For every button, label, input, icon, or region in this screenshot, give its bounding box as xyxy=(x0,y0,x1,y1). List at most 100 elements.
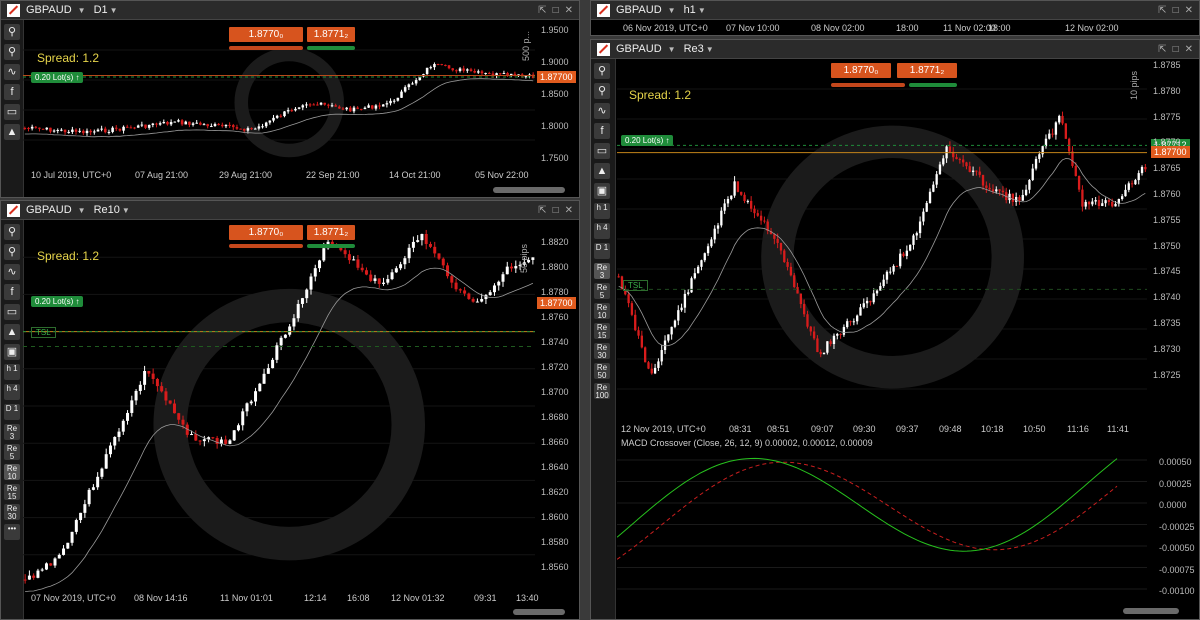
detach-icon[interactable]: ⇱ xyxy=(1158,5,1166,16)
timeframe-button-re10[interactable]: Re 10 xyxy=(4,464,20,481)
timeframe-button-re30[interactable]: Re 30 xyxy=(4,504,20,521)
maximize-icon[interactable]: □ xyxy=(1173,44,1179,55)
trailing-stop-label[interactable]: TSL xyxy=(623,280,648,291)
position-lot-badge[interactable]: 0.20 Lot(s) ↑ xyxy=(621,135,674,146)
zoom-in-icon[interactable]: ⚲ xyxy=(594,63,610,79)
timeframe-button-re15[interactable]: Re 15 xyxy=(594,323,610,340)
timeframe-button-re30[interactable]: Re 30 xyxy=(594,343,610,360)
chevron-down-icon[interactable]: ▼ xyxy=(122,206,130,215)
social-icon[interactable]: f xyxy=(594,123,610,139)
zoom-in-icon[interactable]: ⚲ xyxy=(4,224,20,240)
horizontal-scrollbar[interactable] xyxy=(513,609,565,615)
buy-button[interactable]: 1.8771₂ xyxy=(307,225,355,240)
price-axis-label: 0.00025 xyxy=(1159,478,1192,489)
indicator-icon[interactable]: ∿ xyxy=(4,64,20,80)
horizontal-scrollbar[interactable] xyxy=(493,187,565,193)
candle xyxy=(213,122,217,127)
timeframe-selector[interactable]: Re3 xyxy=(684,43,704,55)
screenshot-icon[interactable]: ▣ xyxy=(4,344,20,360)
timeframe-button-h1[interactable]: h 1 xyxy=(4,364,20,380)
candle xyxy=(440,63,444,66)
close-icon[interactable]: ✕ xyxy=(565,205,573,216)
drawing-icon[interactable]: ▲ xyxy=(4,124,20,140)
timeframe-selector[interactable]: h1 xyxy=(684,4,696,16)
sell-volume-bar xyxy=(831,83,905,87)
zoom-out-icon[interactable]: ⚲ xyxy=(594,83,610,99)
candle xyxy=(217,123,220,126)
sell-button[interactable]: 1.8770₀ xyxy=(229,27,303,42)
position-lot-badge[interactable]: 0.20 Lot(s) ↑ xyxy=(31,72,84,83)
sell-button[interactable]: 1.8770₀ xyxy=(831,63,891,78)
close-icon[interactable]: ✕ xyxy=(1185,44,1193,55)
time-axis-label: 10 Jul 2019, UTC+0 xyxy=(31,170,112,180)
timeframe-button-re5[interactable]: Re 5 xyxy=(4,444,20,461)
macd-indicator-chart[interactable] xyxy=(617,436,1147,600)
buy-button[interactable]: 1.8771₂ xyxy=(897,63,957,78)
macd-indicator-title[interactable]: MACD Crossover (Close, 26, 12, 9) 0.0000… xyxy=(621,438,873,448)
timeframe-button-re50[interactable]: Re 50 xyxy=(594,363,610,380)
chevron-down-icon[interactable]: ▼ xyxy=(78,6,86,15)
timeframe-button-d1[interactable]: D 1 xyxy=(4,404,20,420)
price-axis-label: 1.8720 xyxy=(541,362,569,372)
drawing-icon[interactable]: ▲ xyxy=(4,324,20,340)
social-icon[interactable]: f xyxy=(4,84,20,100)
timeframe-button-re10[interactable]: Re 10 xyxy=(594,303,610,320)
zoom-out-icon[interactable]: ⚲ xyxy=(4,244,20,260)
buy-button[interactable]: 1.8771₂ xyxy=(307,27,355,42)
screenshot-icon[interactable]: ▣ xyxy=(594,183,610,199)
symbol-selector[interactable]: GBPAUD xyxy=(616,43,662,55)
candle xyxy=(1024,184,1028,197)
trailing-stop-label[interactable]: TSL xyxy=(31,327,56,338)
chevron-down-icon[interactable]: ▼ xyxy=(668,45,676,54)
time-axis-label: 12 Nov 2019, UTC+0 xyxy=(621,424,706,434)
chevron-down-icon[interactable]: ▼ xyxy=(668,6,676,15)
close-icon[interactable]: ✕ xyxy=(565,5,573,16)
chart-panel-re10: GBPAUD ▼ Re10 ▼ ⇱ □ ✕ ⚲ ⚲ ∿ f ▭ ▲ ▣ h 1 h 4 … xyxy=(0,200,580,620)
maximize-icon[interactable]: □ xyxy=(1173,5,1179,16)
timeframe-selector[interactable]: Re10 xyxy=(94,204,120,216)
trade-icon[interactable]: ▭ xyxy=(4,304,20,320)
timeframe-button-h4[interactable]: h 4 xyxy=(4,384,20,400)
detach-icon[interactable]: ⇱ xyxy=(538,205,546,216)
candle xyxy=(826,341,829,355)
detach-icon[interactable]: ⇱ xyxy=(538,5,546,16)
timeframe-button-h1[interactable]: h 1 xyxy=(594,203,610,219)
timeframe-button-re15[interactable]: Re 15 xyxy=(4,484,20,501)
candle xyxy=(245,402,249,417)
candlestick-chart[interactable] xyxy=(23,220,535,592)
timeframe-button-re100[interactable]: Re 100 xyxy=(594,383,610,400)
timeframe-button-h4[interactable]: h 4 xyxy=(594,223,610,239)
timeframe-button-re3[interactable]: Re 3 xyxy=(594,263,610,280)
zoom-out-icon[interactable]: ⚲ xyxy=(4,44,20,60)
maximize-icon[interactable]: □ xyxy=(553,205,559,216)
more-button[interactable]: ••• xyxy=(4,524,20,540)
position-lot-badge[interactable]: 0.20 Lot(s) ↑ xyxy=(31,296,84,307)
timeframe-button-re3[interactable]: Re 3 xyxy=(4,424,20,441)
candlestick-chart[interactable] xyxy=(23,20,535,170)
symbol-selector[interactable]: GBPAUD xyxy=(26,4,72,16)
chevron-down-icon[interactable]: ▼ xyxy=(698,6,706,15)
chevron-down-icon[interactable]: ▼ xyxy=(110,6,118,15)
chevron-down-icon[interactable]: ▼ xyxy=(78,206,86,215)
drawing-icon[interactable]: ▲ xyxy=(594,163,610,179)
symbol-selector[interactable]: GBPAUD xyxy=(26,204,72,216)
chevron-down-icon[interactable]: ▼ xyxy=(706,45,714,54)
indicator-icon[interactable]: ∿ xyxy=(4,264,20,280)
horizontal-scrollbar[interactable] xyxy=(1123,608,1179,614)
trade-icon[interactable]: ▭ xyxy=(4,104,20,120)
zoom-in-icon[interactable]: ⚲ xyxy=(4,24,20,40)
close-icon[interactable]: ✕ xyxy=(1185,5,1193,16)
candlestick-chart[interactable] xyxy=(617,59,1147,419)
candle xyxy=(458,288,462,294)
trade-icon[interactable]: ▭ xyxy=(594,143,610,159)
timeframe-button-re5[interactable]: Re 5 xyxy=(594,283,610,300)
indicator-icon[interactable]: ∿ xyxy=(594,103,610,119)
social-icon[interactable]: f xyxy=(4,284,20,300)
detach-icon[interactable]: ⇱ xyxy=(1158,44,1166,55)
sell-button[interactable]: 1.8770₀ xyxy=(229,225,303,240)
symbol-selector[interactable]: GBPAUD xyxy=(616,4,662,16)
maximize-icon[interactable]: □ xyxy=(553,5,559,16)
timeframe-button-d1[interactable]: D 1 xyxy=(594,243,610,259)
candle xyxy=(882,274,885,288)
timeframe-selector[interactable]: D1 xyxy=(94,4,108,16)
